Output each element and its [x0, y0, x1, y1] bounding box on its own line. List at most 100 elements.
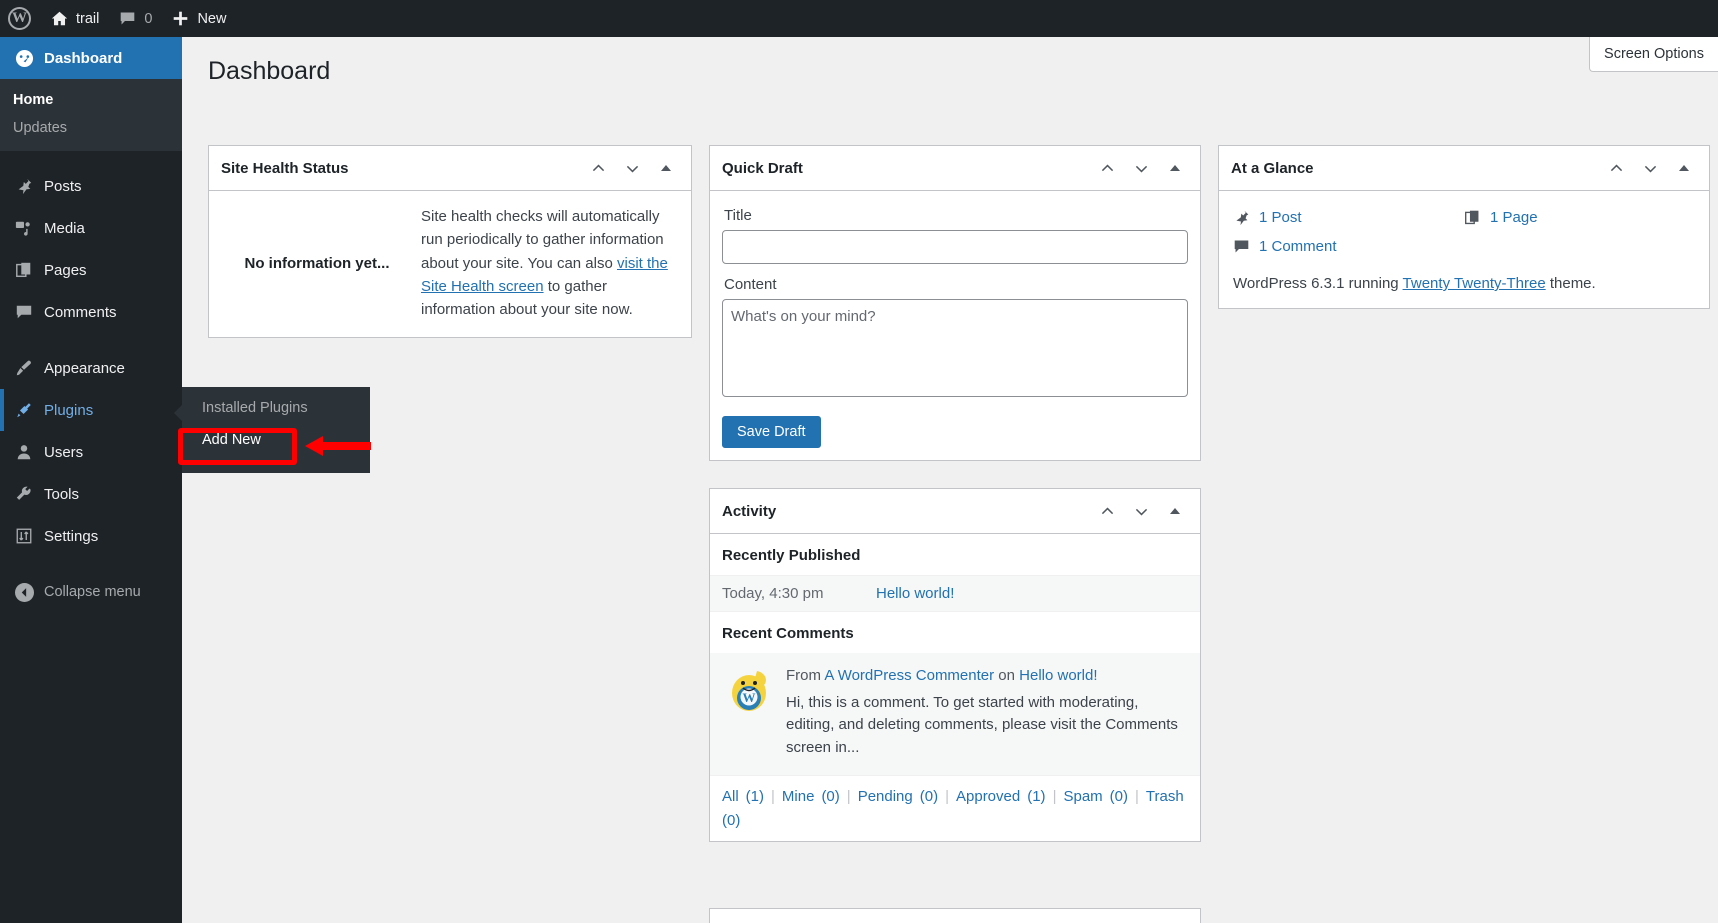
- new-content-menu[interactable]: New: [162, 0, 236, 37]
- quick-draft-content-textarea[interactable]: [722, 299, 1188, 397]
- widget-title: At a Glance: [1231, 160, 1603, 177]
- comment-bubble-icon: [13, 303, 35, 321]
- sidebar-item-dashboard[interactable]: Dashboard: [0, 37, 182, 79]
- add-new-highlight-box: [178, 428, 297, 465]
- filter-spam[interactable]: Spam: [1063, 788, 1102, 805]
- chevron-up-icon[interactable]: [1094, 498, 1120, 524]
- wordpress-logo-icon: W: [8, 7, 31, 30]
- widget-header: Activity: [710, 489, 1200, 534]
- filter-separator: |: [1053, 788, 1057, 805]
- paintbrush-icon: [13, 359, 35, 377]
- activity-body: Recently Published Today, 4:30 pm Hello …: [710, 534, 1200, 841]
- sidebar-item-label: Users: [44, 444, 83, 461]
- published-post-row: Today, 4:30 pm Hello world!: [710, 575, 1200, 611]
- dashboard-body: Screen Options Dashboard Site Health Sta…: [182, 37, 1718, 923]
- sidebar-item-tools[interactable]: Tools: [0, 473, 182, 515]
- widget-quick-draft: Quick Draft Title Content Save Draft: [709, 145, 1201, 461]
- widget-title: Activity: [722, 503, 1094, 520]
- comments-count: 0: [144, 11, 152, 27]
- comment-post-link[interactable]: Hello world!: [1019, 667, 1097, 684]
- sidebar-subitem-home[interactable]: Home: [0, 86, 182, 114]
- caret-up-toggle-icon[interactable]: [1162, 155, 1188, 181]
- flyout-item-installed-plugins[interactable]: Installed Plugins: [182, 387, 370, 424]
- flyout-pointer-icon: [174, 405, 182, 421]
- sidebar-item-label: Media: [44, 220, 85, 237]
- filter-pending[interactable]: Pending: [858, 788, 913, 805]
- active-theme-link[interactable]: Twenty Twenty-Three: [1403, 275, 1546, 292]
- chevron-up-icon[interactable]: [1094, 155, 1120, 181]
- quick-draft-title-input[interactable]: [722, 230, 1188, 264]
- save-draft-button[interactable]: Save Draft: [722, 416, 821, 448]
- filter-separator: |: [771, 788, 775, 805]
- sidebar-item-settings[interactable]: Settings: [0, 515, 182, 557]
- published-time: Today, 4:30 pm: [722, 585, 860, 602]
- page-title: Dashboard: [208, 57, 330, 86]
- sidebar-item-comments[interactable]: Comments: [0, 291, 182, 333]
- sidebar-item-appearance[interactable]: Appearance: [0, 347, 182, 389]
- chevron-down-icon[interactable]: [1128, 498, 1154, 524]
- published-post-link[interactable]: Hello world!: [876, 585, 954, 602]
- site-health-status-label: No information yet...: [221, 205, 421, 321]
- filter-approved-count: (1): [1027, 788, 1045, 805]
- chevron-down-icon[interactable]: [619, 155, 645, 181]
- screen-options-tab[interactable]: Screen Options: [1589, 37, 1718, 72]
- filter-all[interactable]: All: [722, 788, 739, 805]
- quick-draft-title-label: Title: [724, 207, 1188, 224]
- chevron-down-icon[interactable]: [1637, 155, 1663, 181]
- caret-up-toggle-icon[interactable]: [1162, 498, 1188, 524]
- widget-header: Quick Draft: [710, 146, 1200, 191]
- comments-bubble-menu[interactable]: 0: [109, 0, 162, 37]
- pin-icon: [1233, 209, 1250, 226]
- recently-published-heading: Recently Published: [710, 534, 1200, 575]
- widget-body: No information yet... Site health checks…: [209, 191, 691, 337]
- filter-separator: |: [847, 788, 851, 805]
- filter-trash[interactable]: Trash: [1146, 788, 1184, 805]
- chevron-up-icon[interactable]: [585, 155, 611, 181]
- wordpress-logo-menu[interactable]: W: [0, 0, 41, 37]
- sidebar-item-label: Plugins: [44, 402, 93, 419]
- chevron-up-icon[interactable]: [1603, 155, 1629, 181]
- collapse-menu-button[interactable]: Collapse menu: [0, 571, 182, 613]
- user-icon: [13, 443, 35, 461]
- sidebar-item-users[interactable]: Users: [0, 431, 182, 473]
- site-name-menu[interactable]: trail: [41, 0, 109, 37]
- sidebar-subitem-updates[interactable]: Updates: [0, 114, 182, 142]
- pages-icon: [13, 261, 35, 279]
- sidebar-item-pages[interactable]: Pages: [0, 249, 182, 291]
- new-label: New: [197, 11, 226, 27]
- glance-pages-link[interactable]: 1 Page: [1464, 203, 1695, 232]
- filter-trash-count: (0): [722, 812, 740, 829]
- media-icon: [13, 219, 35, 237]
- caret-up-toggle-icon[interactable]: [1671, 155, 1697, 181]
- menu-separator: [0, 557, 182, 571]
- site-health-description: Site health checks will automatically ru…: [421, 205, 679, 321]
- sidebar-item-plugins[interactable]: Plugins: [0, 389, 182, 431]
- comment-author-link[interactable]: A WordPress Commenter: [824, 667, 994, 684]
- caret-up-toggle-icon[interactable]: [653, 155, 679, 181]
- filter-separator: |: [1135, 788, 1139, 805]
- filter-pending-count: (0): [920, 788, 938, 805]
- wrench-icon: [13, 485, 35, 503]
- glance-posts-label: 1 Post: [1259, 209, 1302, 226]
- admin-sidebar-menu: Dashboard Home Updates Posts Media Pages…: [0, 37, 182, 923]
- recent-comments-heading: Recent Comments: [710, 612, 1200, 653]
- filter-approved[interactable]: Approved: [956, 788, 1020, 805]
- chevron-down-icon[interactable]: [1128, 155, 1154, 181]
- glance-comments-link[interactable]: 1 Comment: [1233, 232, 1464, 261]
- comment-excerpt: Hi, this is a comment. To get started wi…: [786, 692, 1188, 760]
- widget-partial-below-fold: [709, 908, 1201, 923]
- sidebar-item-label: Settings: [44, 528, 98, 545]
- filter-mine-count: (0): [821, 788, 839, 805]
- dashboard-submenu: Home Updates: [0, 79, 182, 151]
- wordpress-wapuu-avatar: W: [724, 665, 774, 715]
- sidebar-item-posts[interactable]: Posts: [0, 165, 182, 207]
- comment-from-label: From: [786, 667, 821, 684]
- version-suffix: theme.: [1546, 275, 1596, 292]
- widget-header: Site Health Status: [209, 146, 691, 191]
- sidebar-item-label: Comments: [44, 304, 117, 321]
- filter-mine[interactable]: Mine: [782, 788, 815, 805]
- sidebar-item-label: Pages: [44, 262, 87, 279]
- glance-posts-link[interactable]: 1 Post: [1233, 203, 1464, 232]
- wordpress-version-line: WordPress 6.3.1 running Twenty Twenty-Th…: [1219, 265, 1709, 308]
- sidebar-item-media[interactable]: Media: [0, 207, 182, 249]
